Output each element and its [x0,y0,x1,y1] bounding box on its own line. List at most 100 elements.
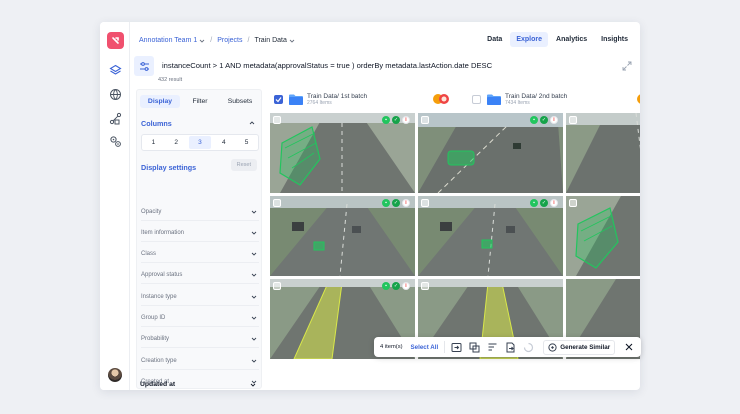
chevron-up-icon[interactable] [249,120,255,126]
setting-label: Approval status [141,272,183,278]
export-icon[interactable] [505,342,516,353]
setting-approval-status[interactable]: Approval status [141,267,259,284]
info-icon: i [402,116,410,124]
road-scene-image [418,113,563,193]
approved-check-icon: ✓ [540,199,548,207]
batch-header-1: Train Data/ 1st batch 2764 Items [274,89,450,109]
column-option-2[interactable]: 2 [165,135,188,150]
tile-checkbox[interactable] [569,199,577,207]
tile-checkbox[interactable] [421,199,429,207]
setting-group-id[interactable]: Group ID [141,310,259,327]
generate-similar-label: Generate Similar [560,343,611,351]
generate-icon [548,342,557,352]
tab-analytics[interactable]: Analytics [550,32,593,47]
display-settings-title: Display settings [141,163,197,172]
close-icon[interactable] [625,343,633,351]
tile-checkbox[interactable] [569,116,577,124]
road-scene-image [566,196,640,276]
batch-checkbox[interactable] [274,94,283,104]
panel-tab-display[interactable]: Display [140,95,180,108]
copy-icon[interactable] [469,342,480,353]
top-bar: Annotation Team 1 / Projects / Train Dat… [130,22,640,58]
batch-checkbox[interactable] [472,94,481,104]
image-tile[interactable] [566,113,640,193]
panel-tab-subsets[interactable]: Subsets [220,95,260,108]
user-avatar[interactable] [108,368,122,382]
chevron-down-icon [250,383,256,387]
setting-label: Probability [141,336,170,342]
tile-checkbox[interactable] [273,116,281,124]
expand-icon[interactable] [622,61,632,71]
settings-gear-icon[interactable] [108,134,122,148]
setting-updated-at[interactable]: Updated at [140,376,258,390]
reset-button[interactable]: Reset [230,159,257,171]
image-tile[interactable]: ▪ ✓ i [418,113,563,193]
road-scene-image [270,113,415,193]
sort-icon[interactable] [487,342,498,353]
globe-icon[interactable] [108,87,122,101]
query-filter-button[interactable] [134,56,154,76]
column-option-3[interactable]: 3 [188,136,212,149]
info-icon: i [550,116,558,124]
approved-check-icon: ✓ [392,282,400,290]
setting-opacity[interactable]: Opacity [141,204,259,221]
image-tile[interactable] [566,196,640,276]
column-option-5[interactable]: 5 [235,135,258,150]
explore-layers-icon[interactable] [108,63,122,77]
tile-checkbox[interactable] [273,282,281,290]
chevron-down-icon [251,252,257,256]
breadcrumb-projects[interactable]: Projects [217,37,242,44]
setting-creation-type[interactable]: Creation type [141,353,259,370]
tile-checkbox[interactable] [421,116,429,124]
setting-label: Instance type [141,294,177,300]
image-tile[interactable]: ▪ ✓ i [270,196,415,276]
approved-check-icon: ✓ [392,199,400,207]
chevron-down-icon [251,295,257,299]
generate-similar-button[interactable]: Generate Similar [543,339,616,355]
tag-icon: ▪ [382,116,390,124]
column-option-4[interactable]: 4 [212,135,235,150]
setting-item-information[interactable]: Item information [141,225,259,242]
breadcrumb-team[interactable]: Annotation Team 1 [139,37,197,44]
divider [444,341,446,353]
tile-checkbox[interactable] [421,282,429,290]
panel-tabs: Display Filter Subsets [140,95,260,108]
image-tile[interactable]: ▪ ✓ i [270,113,415,193]
setting-probability[interactable]: Probability [141,331,259,348]
app-window: Annotation Team 1 / Projects / Train Dat… [100,22,640,390]
chevron-down-icon [251,210,257,214]
batch-name[interactable]: Train Data/ 2nd batch [505,93,567,100]
setting-label: Class [141,251,157,257]
assignee-avatar-icon [637,94,640,104]
chevron-down-icon [251,359,257,363]
batch-name[interactable]: Train Data/ 1st batch [307,93,367,100]
setting-class[interactable]: Class [141,246,259,263]
tab-data[interactable]: Data [481,32,508,47]
setting-instance-type[interactable]: Instance type [141,289,259,306]
tab-insights[interactable]: Insights [595,32,634,47]
chevron-down-icon [251,273,257,277]
column-option-1[interactable]: 1 [142,135,165,150]
display-panel: Display Filter Subsets Columns 1 2 3 4 5… [136,89,262,389]
panel-tab-filter[interactable]: Filter [180,95,220,108]
workflow-icon[interactable] [108,111,122,125]
setting-label: Updated at [140,381,176,388]
tag-icon: ▪ [530,116,538,124]
app-logo[interactable] [107,32,124,49]
chevron-down-icon[interactable] [289,38,295,44]
approved-check-icon: ✓ [392,116,400,124]
chevron-down-icon[interactable] [199,38,205,44]
query-input[interactable]: instanceCount > 1 AND metadata(approvalS… [162,61,492,70]
tag-icon: ▪ [530,199,538,207]
move-to-folder-icon[interactable] [451,342,462,353]
info-icon: i [550,199,558,207]
road-scene-image [418,196,563,276]
info-icon: i [402,282,410,290]
select-all-link[interactable]: Select All [411,344,439,351]
breadcrumb-separator: / [247,37,250,44]
tab-explore[interactable]: Explore [510,32,549,47]
chevron-down-icon [251,231,257,235]
tile-checkbox[interactable] [273,199,281,207]
image-tile[interactable]: ▪ ✓ i [418,196,563,276]
approved-check-icon: ✓ [540,116,548,124]
